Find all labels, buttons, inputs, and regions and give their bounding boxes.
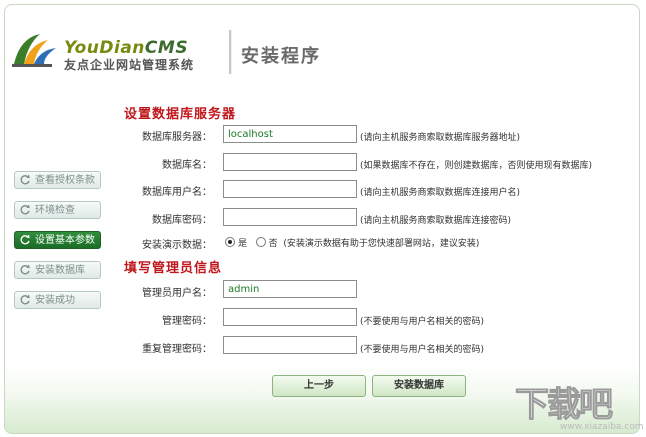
db-name-hint: (如果数据库不存在，则创建数据库，否则使用现有数据库) [360, 161, 593, 171]
refresh-icon [20, 234, 30, 245]
admin-password-input[interactable] [223, 308, 357, 326]
demo-data-hint: (安装演示数据有助于您快速部署网站，建议安装) [283, 239, 480, 249]
page-title: 安装程序 [241, 46, 321, 67]
admin-password-hint: (不要使用与用户名相关的密码) [360, 317, 485, 327]
admin-confirm-hint: (不要使用与用户名相关的密码) [360, 345, 485, 355]
sidebar-item-label: 环境检查 [35, 205, 75, 216]
admin-confirm-input[interactable] [223, 336, 357, 354]
db-server-hint: (请向主机服务商索取数据库服务器地址) [360, 133, 521, 143]
admin-username-label: 管理员用户名： [142, 288, 212, 299]
admin-confirm-label: 重复管理密码： [142, 344, 212, 355]
youdian-logo: YouDianCMS 友点企业网站管理系统 [10, 28, 230, 76]
db-server-label: 数据库服务器： [142, 132, 212, 143]
db-name-input[interactable] [223, 153, 357, 171]
logo-swoosh-icon [12, 34, 56, 67]
refresh-icon [20, 264, 30, 275]
demo-no-radio[interactable] [255, 237, 266, 247]
refresh-icon [20, 174, 30, 185]
watermark-url: www.xiazaiba.com [560, 422, 644, 432]
refresh-icon [20, 294, 30, 305]
demo-data-label: 安装演示数据： [142, 240, 212, 251]
db-user-input[interactable] [223, 180, 357, 198]
logo-brand: YouDianCMS [64, 38, 189, 58]
db-password-hint: (请向主机服务商索取数据库连接密码) [360, 216, 512, 226]
logo-tagline: 友点企业网站管理系统 [64, 58, 195, 72]
demo-yes-label: 是 [238, 239, 248, 249]
admin-username-input[interactable] [223, 280, 357, 298]
admin-password-label: 管理密码： [162, 316, 212, 327]
install-db-button[interactable]: 安装数据库 [372, 375, 466, 397]
demo-no-label: 否 [268, 239, 278, 249]
sidebar-item-label: 安装数据库 [35, 265, 85, 276]
refresh-icon [20, 204, 30, 215]
admin-section-heading: 填写管理员信息 [124, 261, 223, 276]
db-password-label: 数据库密码： [152, 215, 212, 226]
sidebar-item-license[interactable]: 查看授权条款 [14, 171, 101, 189]
db-section-heading: 设置数据库服务器 [124, 107, 237, 122]
db-password-input[interactable] [223, 208, 357, 226]
db-user-hint: (请向主机服务商索取数据库连接用户名) [360, 188, 521, 198]
sidebar-item-basic-params[interactable]: 设置基本参数 [14, 231, 101, 249]
demo-yes-radio[interactable] [225, 237, 235, 247]
sidebar-item-success[interactable]: 安装成功 [14, 291, 101, 309]
prev-button[interactable]: 上一步 [272, 375, 366, 397]
header-divider [229, 30, 232, 74]
watermark-logo: 下载吧 [515, 385, 614, 426]
db-name-label: 数据库名： [162, 160, 212, 171]
sidebar-item-label: 设置基本参数 [35, 235, 95, 246]
sidebar-item-label: 安装成功 [35, 295, 75, 306]
sidebar-item-install-db[interactable]: 安装数据库 [14, 261, 101, 279]
demo-data-radio-group: 是 否 (安装演示数据有助于您快速部署网站，建议安装) [225, 236, 479, 249]
sidebar-item-label: 查看授权条款 [35, 175, 95, 186]
db-user-label: 数据库用户名： [142, 187, 212, 198]
sidebar-item-env-check[interactable]: 环境检查 [14, 201, 101, 219]
db-server-input[interactable] [223, 125, 357, 143]
